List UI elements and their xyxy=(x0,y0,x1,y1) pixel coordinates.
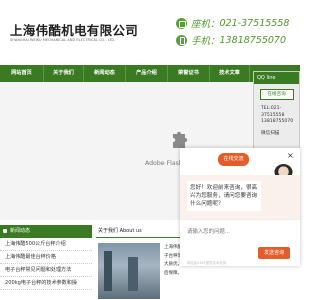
company-name: 上海伟酷机电有限公司 xyxy=(10,23,139,38)
mobile-number: 13818755070 xyxy=(219,34,287,46)
chat-messages: 您好！欢迎前来咨询，很高兴为您服务，请问您要咨询什么问题呢？ xyxy=(180,175,300,219)
nav-about[interactable]: 关于我们 xyxy=(44,65,84,82)
chat-status-badge: 在线交流 xyxy=(218,153,249,166)
news-item[interactable]: 200kg电子台秤的技术参数和操 xyxy=(0,277,92,290)
chat-input-area: 发送咨询 网站由53KF提供技术支持 xyxy=(180,219,300,266)
news-item[interactable]: 上海伟酷最佳台秤价格 xyxy=(0,251,92,264)
phone-number: 021-37515558 xyxy=(219,17,290,29)
qq-code-label: 微信扫描 xyxy=(261,130,280,136)
mobile-icon xyxy=(176,34,187,46)
site-header: 上海伟酷机电有限公司 SHANGHAI WEIKU MECHANICAL AND… xyxy=(0,0,300,62)
qq-widget-title: QQ line xyxy=(254,72,299,84)
nav-products[interactable]: 产品介绍 xyxy=(126,65,168,82)
nav-home[interactable]: 网站首页 xyxy=(0,65,44,82)
phone-icon xyxy=(176,17,187,29)
puzzle-plugin-icon xyxy=(173,131,188,148)
chat-message: 您好！欢迎前来咨询，很高兴为您服务，请问您要咨询什么问题呢？ xyxy=(187,181,261,211)
contact-info: 座机： 021-37515558 手机： 13818755070 xyxy=(176,16,289,50)
phone-label: 座机： xyxy=(191,19,220,30)
company-name-english: SHANGHAI WEIKU MECHANICAL AND ELECTRICAL… xyxy=(10,38,116,42)
news-item[interactable]: 电子台秤常见问题和处理方法 xyxy=(0,264,92,277)
mobile-row: 手机： 13818755070 xyxy=(176,33,289,47)
nav-honors[interactable]: 荣誉证书 xyxy=(168,65,210,82)
close-icon[interactable]: × xyxy=(287,152,295,160)
nav-news[interactable]: 新闻动态 xyxy=(84,65,126,82)
qq-consult-button[interactable]: 在线咨询 xyxy=(259,89,294,100)
nav-articles[interactable]: 技术文章 xyxy=(210,65,250,82)
phone-row: 座机： 021-37515558 xyxy=(176,16,289,30)
factory-image xyxy=(98,243,160,299)
qq-phone-line: 13818755070 xyxy=(261,119,294,124)
chat-header: 在线交流 × xyxy=(180,148,300,183)
mobile-label: 手机： xyxy=(191,36,220,47)
send-button[interactable]: 发送咨询 xyxy=(258,247,290,259)
news-title: 新闻动态 xyxy=(0,225,92,238)
chat-input[interactable] xyxy=(187,225,287,239)
chat-credit: 网站由53KF提供技术支持 xyxy=(187,261,227,265)
news-item[interactable]: 上海伟酷500公斤台秤介绍 xyxy=(0,238,92,251)
news-panel: 新闻动态 上海伟酷500公斤台秤介绍 上海伟酷最佳台秤价格 电子台秤常见问题和处… xyxy=(0,225,92,300)
qq-phone-info: TEL:021- 37515558 13818755070 xyxy=(254,106,299,126)
chat-popup: 在线交流 × 您好！欢迎前来咨询，很高兴为您服务，请问您要咨询什么问题呢？ 发送… xyxy=(180,148,300,266)
